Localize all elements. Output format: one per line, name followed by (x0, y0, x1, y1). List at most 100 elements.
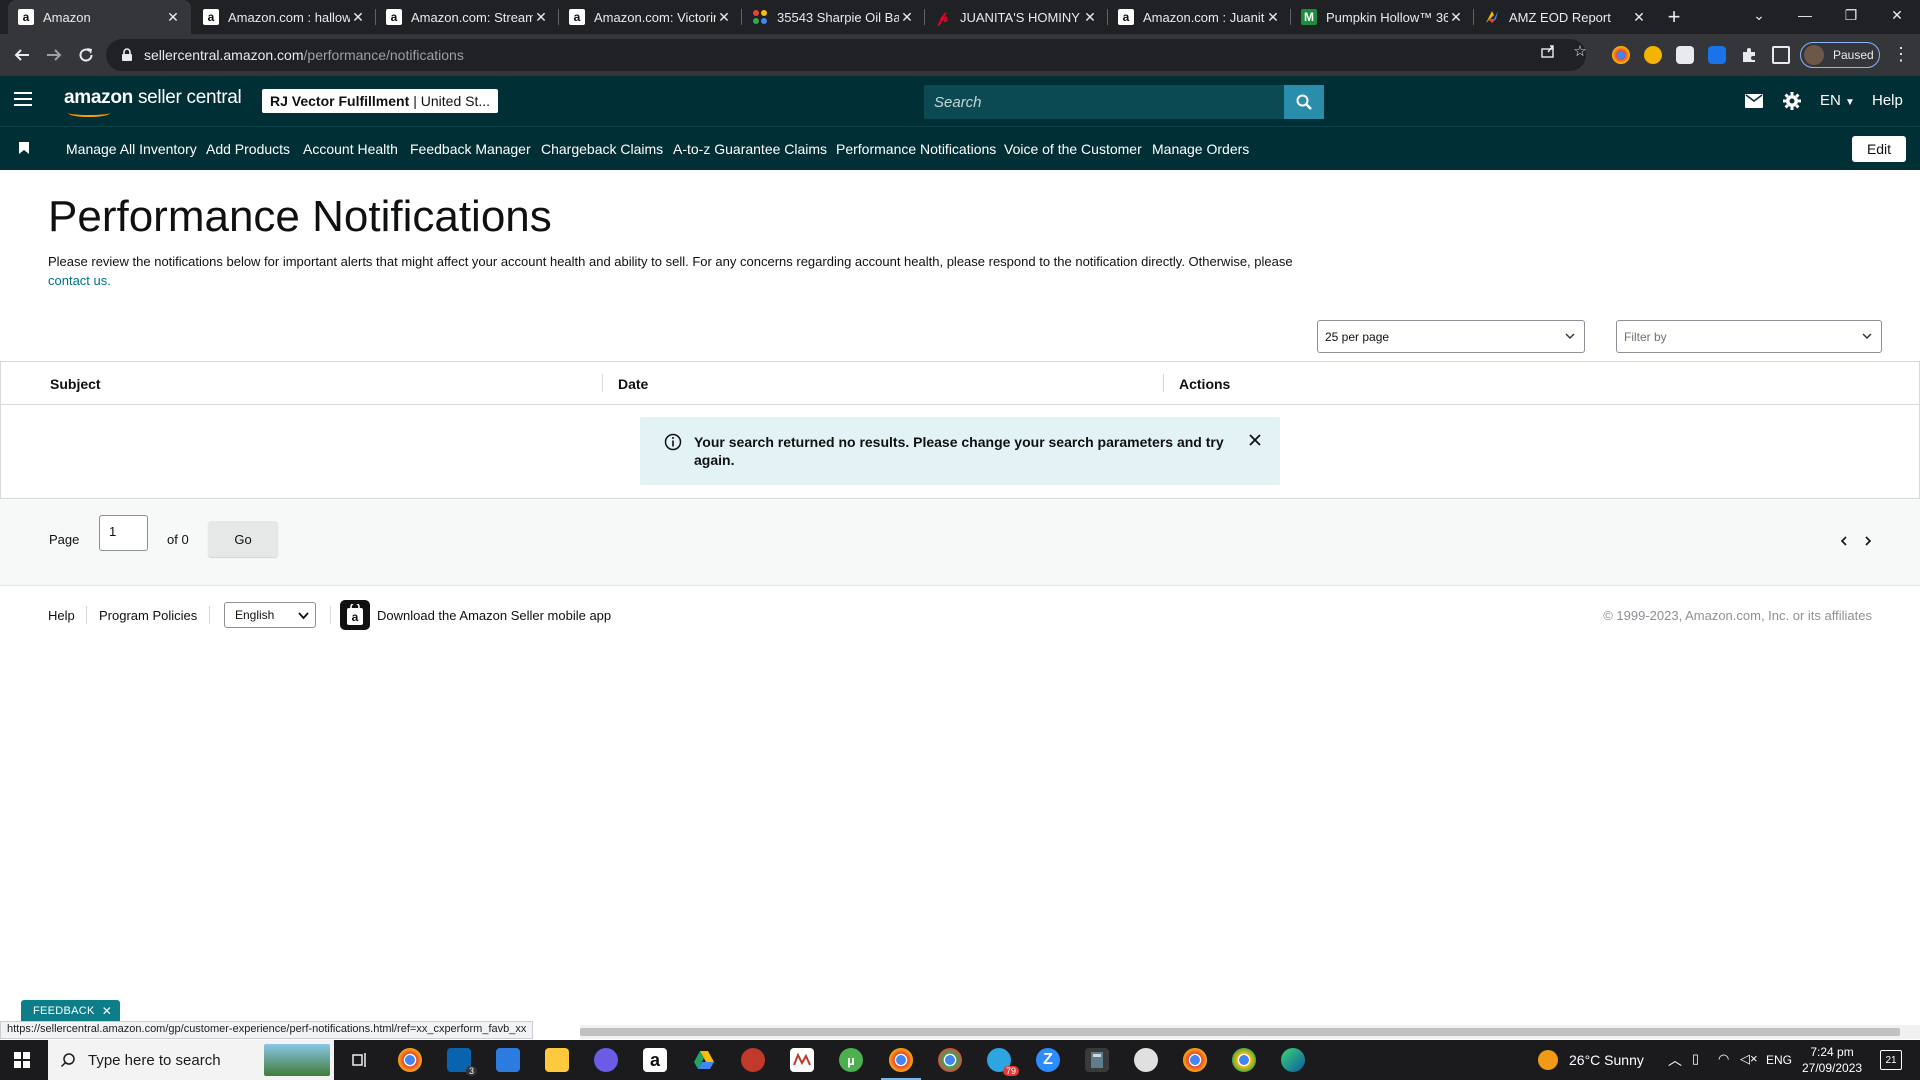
chevron-left-icon[interactable] (1838, 535, 1850, 547)
new-tab-button[interactable]: + (1662, 4, 1686, 29)
close-icon[interactable]: ✕ (1631, 9, 1647, 25)
browser-tab[interactable]: 35543 Sharpie Oil Ba ✕ (742, 0, 925, 34)
amazon-icon[interactable]: a (643, 1048, 667, 1072)
filter-by-select[interactable]: Filter by (1616, 320, 1882, 353)
close-icon[interactable]: ✕ (899, 9, 915, 25)
edit-nav-button[interactable]: Edit (1852, 136, 1906, 162)
zoom-icon[interactable]: Z (1036, 1048, 1060, 1072)
seller-central-logo[interactable]: amazon seller central (64, 87, 242, 117)
page-number-input[interactable]: 1 (99, 515, 148, 551)
close-icon[interactable]: ✕ (350, 9, 366, 25)
restore-button[interactable]: ❐ (1828, 0, 1874, 30)
app-icon[interactable] (1134, 1048, 1158, 1072)
puzzle-icon[interactable] (1740, 46, 1758, 64)
browser-tab[interactable]: AMZ EOD Report ✕ (1474, 0, 1657, 34)
bookmark-icon[interactable] (19, 142, 29, 154)
chrome-icon[interactable] (1232, 1048, 1256, 1072)
contact-us-link[interactable]: contact us. (48, 273, 111, 288)
calculator-icon[interactable] (1085, 1048, 1109, 1072)
close-icon[interactable] (1248, 433, 1262, 447)
chevron-up-icon[interactable]: ︿ (1668, 1050, 1682, 1070)
mail-icon[interactable]: 3 (447, 1048, 477, 1076)
app-download-link[interactable]: Download the Amazon Seller mobile app (377, 608, 611, 623)
language-selector[interactable]: EN ▼ (1820, 92, 1855, 109)
store-icon[interactable] (496, 1048, 520, 1072)
search-button[interactable] (1284, 85, 1324, 119)
app-icon[interactable] (741, 1048, 765, 1072)
nav-item-feedback-manager[interactable]: Feedback Manager (410, 141, 531, 157)
weather-text[interactable]: 26°C Sunny (1569, 1052, 1644, 1068)
media-player-icon[interactable] (594, 1048, 618, 1072)
tab-search-icon[interactable]: ⌄ (1736, 0, 1782, 30)
close-icon[interactable]: ✕ (1265, 9, 1281, 25)
side-panel-icon[interactable] (1772, 46, 1790, 64)
utorrent-icon[interactable]: µ (839, 1048, 863, 1072)
nav-item-add-products[interactable]: Add Products (206, 141, 290, 157)
menu-icon[interactable]: ⋮ (1892, 44, 1910, 65)
bookmark-star-icon[interactable]: ☆ (1571, 42, 1589, 60)
mail-icon[interactable] (1744, 91, 1764, 111)
close-icon[interactable]: ✕ (1448, 9, 1464, 25)
browser-tab[interactable]: a Amazon ✕ (8, 0, 191, 34)
scrollbar-thumb[interactable] (580, 1028, 1900, 1036)
weather-sun-icon[interactable] (1538, 1050, 1558, 1070)
notification-center-icon[interactable]: 21 (1880, 1050, 1902, 1070)
wifi-icon[interactable]: ◠ (1718, 1051, 1729, 1067)
forward-button[interactable] (42, 43, 66, 67)
task-view-icon[interactable] (348, 1048, 372, 1072)
reload-button[interactable] (74, 43, 98, 67)
browser-tab[interactable]: a Amazon.com : Juanita ✕ (1108, 0, 1291, 34)
edge-icon[interactable] (1281, 1048, 1305, 1072)
close-window-button[interactable]: ✕ (1874, 0, 1920, 30)
nav-item-a-to-z-claims[interactable]: A-to-z Guarantee Claims (673, 141, 827, 157)
amazon-seller-app-icon[interactable]: a (340, 600, 370, 630)
chrome-icon[interactable] (1183, 1048, 1207, 1072)
close-icon[interactable]: ✕ (102, 1004, 112, 1018)
column-header-subject[interactable]: Subject (50, 376, 101, 392)
account-switcher[interactable]: RJ Vector Fulfillment | United St... (262, 89, 499, 113)
hamburger-menu-icon[interactable] (14, 92, 32, 106)
footer-help-link[interactable]: Help (48, 608, 75, 623)
footer-language-select[interactable]: English (224, 602, 316, 628)
google-drive-icon[interactable] (692, 1048, 716, 1072)
nav-item-voice-of-customer[interactable]: Voice of the Customer (1004, 141, 1142, 157)
browser-tab[interactable]: a Amazon.com: Victorin ✕ (559, 0, 742, 34)
chevron-right-icon[interactable] (1862, 535, 1874, 547)
per-page-select[interactable]: 25 per page (1317, 320, 1585, 353)
close-icon[interactable]: ✕ (716, 9, 732, 25)
browser-tab[interactable]: M Pumpkin Hollow™ 36 ✕ (1291, 0, 1474, 34)
taskbar-search-input[interactable]: Type here to search (48, 1040, 334, 1080)
search-input[interactable]: Search (924, 85, 1284, 119)
telegram-icon[interactable]: 79 (987, 1048, 1019, 1076)
file-explorer-icon[interactable] (545, 1048, 569, 1072)
nav-item-performance-notifications[interactable]: Performance Notifications (836, 141, 996, 157)
nav-item-manage-all-inventory[interactable]: Manage All Inventory (66, 141, 197, 157)
close-icon[interactable]: ✕ (165, 9, 181, 25)
feedback-tab[interactable]: FEEDBACK ✕ (21, 1000, 121, 1022)
extension-icon[interactable] (1708, 46, 1726, 64)
extension-icon[interactable] (1676, 46, 1694, 64)
settings-gear-icon[interactable] (1782, 91, 1802, 111)
nav-item-account-health[interactable]: Account Health (303, 141, 398, 157)
address-bar[interactable]: sellercentral.amazon.com/performance/not… (106, 39, 1586, 71)
chrome-icon[interactable] (398, 1048, 422, 1072)
column-header-date[interactable]: Date (618, 376, 648, 392)
browser-tab[interactable]: a Amazon.com : hallow ✕ (193, 0, 376, 34)
horizontal-scrollbar[interactable] (580, 1025, 1920, 1039)
close-icon[interactable]: ✕ (1082, 9, 1098, 25)
share-icon[interactable] (1539, 42, 1557, 60)
app-icon[interactable] (790, 1048, 814, 1072)
browser-tab[interactable]: 𝓅 JUANITA'S HOMINY 1 ✕ (925, 0, 1108, 34)
windows-start-icon[interactable] (14, 1052, 30, 1068)
back-button[interactable] (10, 43, 34, 67)
input-language[interactable]: ENG (1766, 1053, 1792, 1067)
chrome-icon[interactable] (938, 1048, 962, 1072)
nav-item-chargeback-claims[interactable]: Chargeback Claims (541, 141, 663, 157)
program-policies-link[interactable]: Program Policies (99, 608, 197, 623)
nav-item-manage-orders[interactable]: Manage Orders (1152, 141, 1249, 157)
taskbar-clock[interactable]: 7:24 pm 27/09/2023 (1802, 1044, 1862, 1076)
help-link[interactable]: Help (1872, 92, 1903, 109)
go-button[interactable]: Go (208, 521, 278, 557)
chrome-icon[interactable] (889, 1048, 913, 1072)
browser-tab[interactable]: a Amazon.com: Stream ✕ (376, 0, 559, 34)
